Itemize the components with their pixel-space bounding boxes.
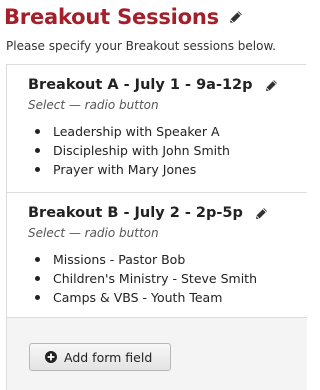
pencil-icon[interactable] — [265, 79, 278, 92]
field-type-label: Select — radio button — [28, 226, 159, 240]
page-description: Please specify your Breakout sessions be… — [6, 39, 276, 53]
form-field-breakout-a[interactable]: Breakout A - July 1 - 9a-12p Select — ra… — [7, 65, 307, 193]
pencil-icon[interactable] — [229, 10, 243, 24]
form-fields-panel: Breakout A - July 1 - 9a-12p Select — ra… — [6, 64, 307, 390]
field-title: Breakout B - July 2 - 2p-5p — [28, 205, 243, 221]
field-options-list: Missions - Pastor Bob Children's Ministr… — [28, 250, 257, 307]
field-option: Camps & VBS - Youth Team — [28, 288, 257, 307]
add-form-field-label: Add form field — [64, 349, 153, 365]
field-option: Children's Ministry - Steve Smith — [28, 269, 257, 288]
panel-footer: Add form field — [7, 318, 307, 390]
field-title: Breakout A - July 1 - 9a-12p — [28, 77, 253, 93]
pencil-icon[interactable] — [255, 207, 268, 220]
field-type-label: Select — radio button — [28, 98, 159, 112]
page-title: Breakout Sessions — [4, 5, 219, 29]
page-header: Breakout Sessions — [4, 0, 243, 34]
form-field-breakout-b[interactable]: Breakout B - July 2 - 2p-5p Select — rad… — [7, 193, 307, 318]
field-header: Breakout A - July 1 - 9a-12p — [28, 77, 278, 93]
field-option: Missions - Pastor Bob — [28, 250, 257, 269]
field-option: Leadership with Speaker A — [28, 122, 230, 141]
form-builder-page: Breakout Sessions Please specify your Br… — [0, 0, 307, 390]
plus-circle-icon — [45, 351, 57, 363]
field-options-list: Leadership with Speaker A Discipleship w… — [28, 122, 230, 179]
add-form-field-button[interactable]: Add form field — [29, 343, 171, 371]
field-option: Prayer with Mary Jones — [28, 160, 230, 179]
field-option: Discipleship with John Smith — [28, 141, 230, 160]
field-header: Breakout B - July 2 - 2p-5p — [28, 205, 268, 221]
